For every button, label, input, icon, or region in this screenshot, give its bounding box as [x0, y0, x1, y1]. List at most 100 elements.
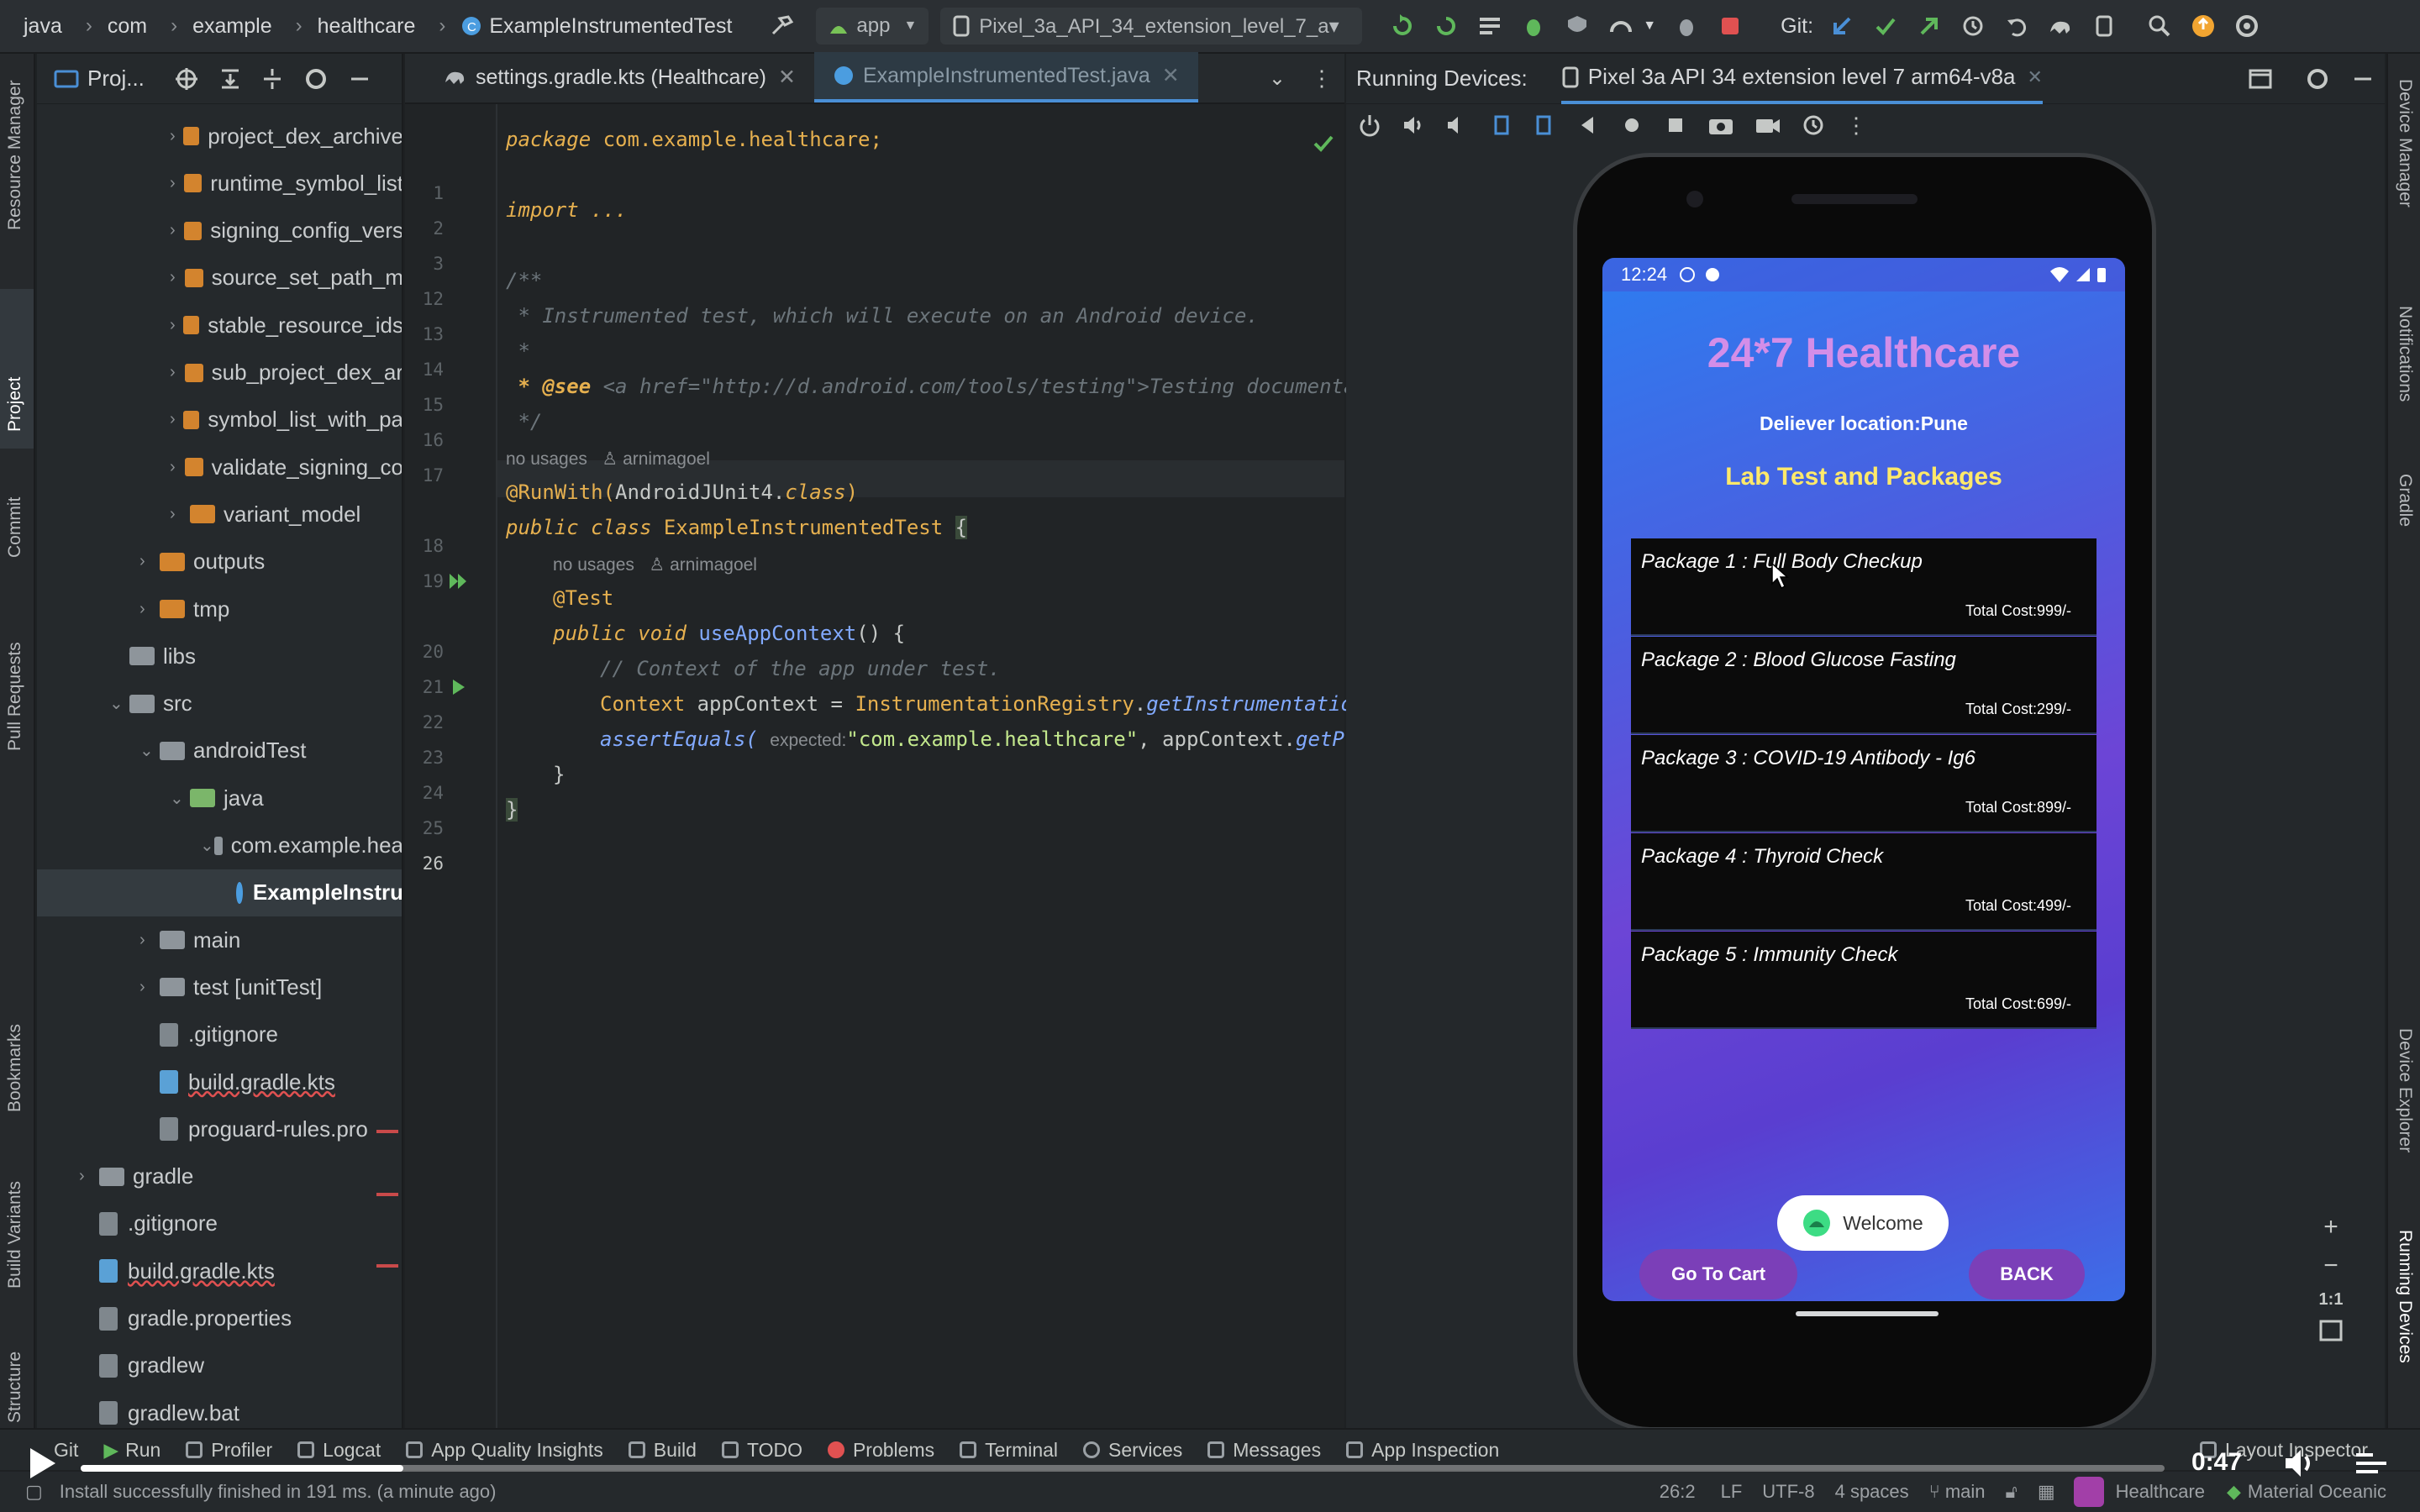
project-tree-item[interactable]: build.gradle.kts [37, 1058, 402, 1105]
project-tree-item[interactable]: › variant_model [37, 491, 402, 538]
tool-problems[interactable]: Problems [827, 1439, 934, 1462]
camera-icon[interactable] [1707, 113, 1734, 137]
hammer-build-button[interactable] [765, 9, 799, 43]
zoom-in-button[interactable]: + [2323, 1213, 2338, 1242]
updates-button[interactable] [2186, 9, 2220, 43]
overview-icon[interactable] [1664, 113, 1687, 137]
import-fold[interactable]: import ... [506, 198, 628, 222]
git-history-button[interactable] [1956, 9, 1990, 43]
breadcrumb-java[interactable]: java [24, 14, 62, 39]
close-icon[interactable]: ✕ [1162, 63, 1180, 88]
chevron-down-icon[interactable]: ⌄ [170, 788, 190, 809]
status-message[interactable]: Install successfully finished in 191 ms.… [60, 1481, 497, 1503]
git-branch[interactable]: main [1945, 1481, 1986, 1503]
tool-app-quality-insights[interactable]: App Quality Insights [406, 1439, 603, 1462]
caret-position[interactable]: 26:2 [1660, 1481, 1696, 1503]
project-tree-item[interactable]: ⌄ androidTest [37, 727, 402, 774]
chevron-right-icon[interactable]: › [139, 978, 160, 997]
go-to-cart-button[interactable]: Go To Cart [1639, 1249, 1797, 1299]
package-item-4[interactable]: Package 4 : Thyroid Check Total Cost:499/… [1631, 833, 2096, 931]
minimize-icon[interactable] [350, 67, 370, 91]
tool-structure[interactable]: Structure [5, 1352, 25, 1423]
breadcrumb-com[interactable]: › com [86, 14, 147, 39]
more-vertical-icon[interactable]: ⋮ [1845, 113, 1867, 139]
home-icon[interactable] [1620, 113, 1644, 137]
tool-services[interactable]: Services [1083, 1439, 1182, 1462]
close-icon[interactable]: ✕ [2028, 66, 2043, 88]
tool-running-devices[interactable]: Running Devices [2395, 1230, 2415, 1363]
tool-project[interactable]: Project [5, 377, 25, 432]
chevron-down-icon[interactable]: ⌄ [200, 835, 214, 856]
chevron-down-icon[interactable]: ⌄ [1269, 66, 1286, 91]
rotate-right-icon[interactable] [1533, 113, 1556, 137]
package-item-5[interactable]: Package 5 : Immunity Check Total Cost:699… [1631, 932, 2096, 1029]
line-separator[interactable]: LF [1721, 1481, 1743, 1503]
back-button[interactable]: BACK [1969, 1249, 2085, 1299]
project-tree-item[interactable]: ExampleInstru [37, 869, 402, 916]
project-tree-item[interactable]: › test [unitTest] [37, 963, 402, 1011]
run-test-icon[interactable] [450, 677, 467, 697]
tool-run[interactable]: ▶ Run [103, 1439, 160, 1462]
git-rollback-button[interactable] [2000, 9, 2033, 43]
tool-layout-inspector[interactable]: Layout Inspector [2199, 1439, 2368, 1462]
tool-build[interactable]: Build [628, 1439, 697, 1462]
project-tree-item[interactable]: › gradle [37, 1153, 402, 1200]
tool-profiler[interactable]: Profiler [186, 1439, 272, 1462]
search-button[interactable] [2143, 9, 2176, 43]
gear-icon[interactable] [2306, 67, 2329, 91]
package-item-3[interactable]: Package 3 : COVID-19 Antibody - Ig6 Total… [1631, 735, 2096, 832]
collapse-all-icon[interactable] [262, 67, 282, 91]
code-line-21[interactable]: public void useAppContext() { [553, 622, 905, 645]
chevron-right-icon[interactable]: › [170, 458, 185, 477]
run-config-dropdown[interactable]: app ▼ [816, 8, 929, 45]
chevron-right-icon[interactable]: › [170, 221, 184, 240]
code-line-1[interactable]: package com.example.healthcare; [506, 128, 882, 151]
project-tree-item[interactable]: .gitignore [37, 1200, 402, 1247]
coverage-button[interactable] [1560, 9, 1594, 43]
run-test-class-icon[interactable] [447, 571, 469, 591]
package-item-1[interactable]: Package 1 : Full Body Checkup Total Cost:… [1631, 538, 2096, 636]
git-update-button[interactable] [1825, 9, 1859, 43]
chevron-right-icon[interactable]: › [170, 316, 183, 335]
tool-logcat[interactable]: Logcat [297, 1439, 381, 1462]
profile-button[interactable] [1604, 9, 1638, 43]
chevron-down-icon[interactable]: ⌄ [109, 693, 129, 714]
project-tree-item[interactable]: libs [37, 633, 402, 680]
file-encoding[interactable]: UTF-8 [1762, 1481, 1814, 1503]
fit-screen-icon[interactable] [2319, 1320, 2343, 1341]
minimize-icon[interactable] [2353, 67, 2373, 91]
code-line-20[interactable]: @Test [553, 586, 613, 610]
expand-all-icon[interactable] [220, 67, 240, 91]
chevron-right-icon[interactable]: › [139, 931, 160, 950]
project-tree-item[interactable]: › signing_config_vers [37, 207, 402, 255]
usage-hint[interactable]: no usages ♙ arnimagoel [553, 554, 757, 575]
tool-build-variants[interactable]: Build Variants [5, 1181, 25, 1289]
git-push-button[interactable] [1912, 9, 1946, 43]
code-line-22[interactable]: // Context of the app under test. [600, 657, 1001, 680]
breadcrumb-example[interactable]: › example [171, 14, 272, 39]
apply-code-changes-button[interactable] [1473, 9, 1507, 43]
memory-icon[interactable]: ▦ [2038, 1481, 2055, 1503]
code-line-24[interactable]: assertEquals( expected:"com.example.heal… [600, 727, 1344, 751]
chevron-right-icon[interactable]: › [79, 1167, 99, 1186]
device-manager-button[interactable] [2087, 9, 2121, 43]
chevron-right-icon[interactable]: › [170, 174, 184, 193]
project-tree-item[interactable]: proguard-rules.pro [37, 1105, 402, 1152]
project-tree-item[interactable]: › tmp [37, 585, 402, 633]
project-tree-item[interactable]: ⌄ src [37, 680, 402, 727]
chevron-right-icon[interactable]: › [139, 552, 160, 571]
tool-pull-requests[interactable]: Pull Requests [5, 642, 25, 751]
code-line-16[interactable]: * @see <a href="http://d.android.com/too… [506, 375, 1367, 398]
code-line-19[interactable]: public class ExampleInstrumentedTest { [506, 516, 968, 539]
project-tree-item[interactable]: › stable_resource_ids [37, 302, 402, 349]
code-line-26[interactable]: } [506, 798, 518, 822]
gradle-sync-button[interactable] [2044, 9, 2077, 43]
tool-notifications[interactable]: Notifications [2395, 306, 2415, 402]
chevron-right-icon[interactable]: › [170, 505, 190, 524]
back-icon[interactable] [1576, 113, 1600, 137]
tool-terminal[interactable]: Terminal [960, 1439, 1058, 1462]
project-tree-item[interactable]: build.gradle.kts [37, 1247, 402, 1294]
volume-up-icon[interactable] [1402, 113, 1425, 137]
chevron-right-icon[interactable]: › [139, 600, 160, 619]
zoom-actual-button[interactable]: 1:1 [2319, 1290, 2344, 1310]
